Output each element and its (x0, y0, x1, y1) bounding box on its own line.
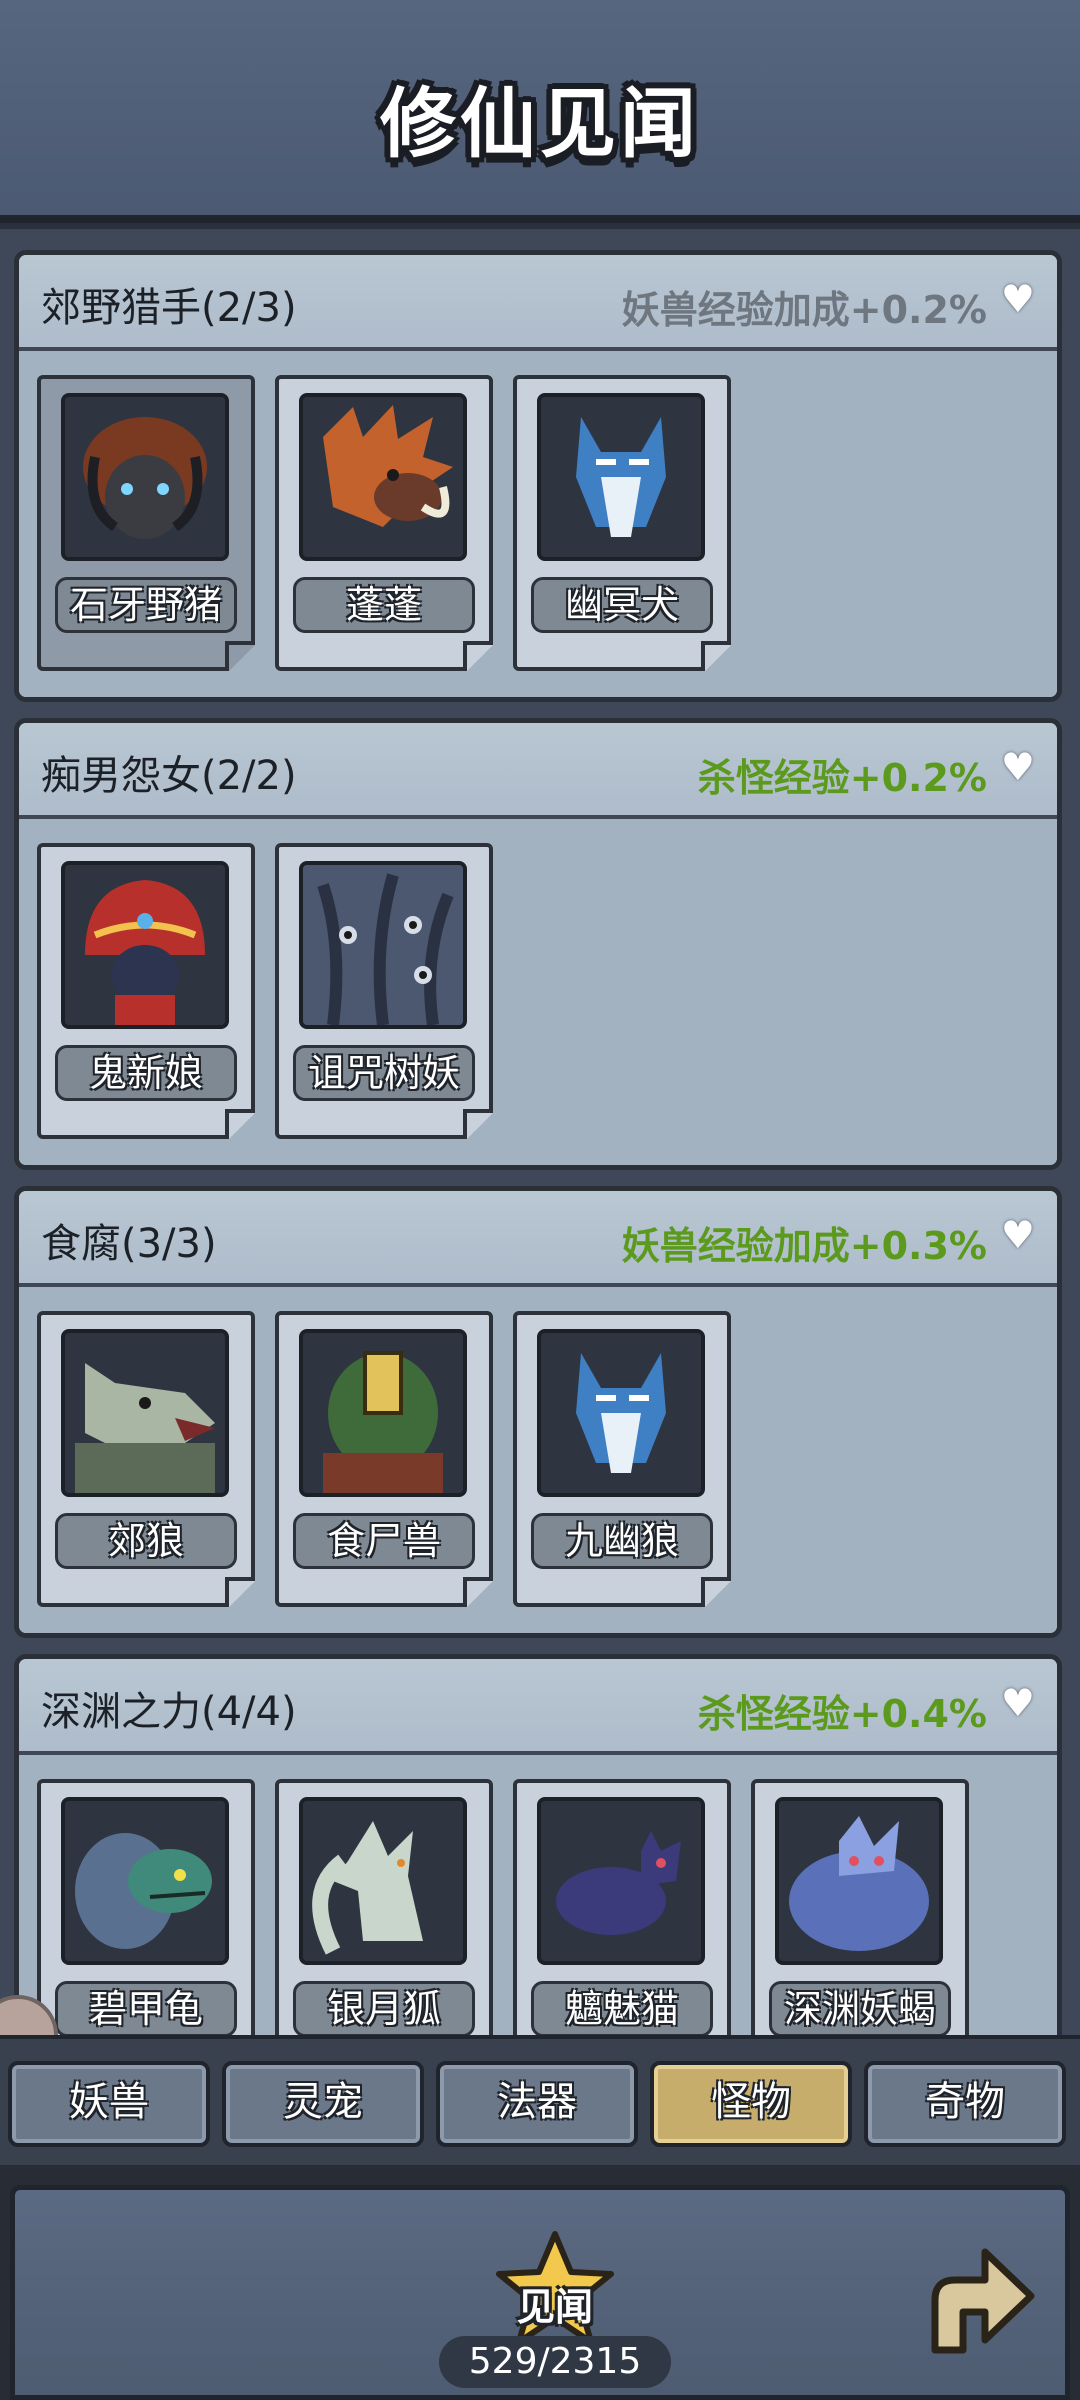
cursed-tree-portrait (299, 861, 467, 1029)
monster-name: 银月狐 (293, 1981, 475, 2035)
collection-progress: 529/2315 (439, 2336, 671, 2388)
monster-card[interactable]: 诅咒树妖 (275, 843, 493, 1139)
tab-3[interactable]: 怪物 (650, 2061, 852, 2147)
abyss-scorpion-portrait (775, 1797, 943, 1965)
heart-icon[interactable]: ♥ (1001, 277, 1035, 321)
monster-card[interactable]: 银月狐 (275, 1779, 493, 2035)
set-name: 痴男怨女(2/2) (41, 753, 297, 799)
heart-icon[interactable]: ♥ (1001, 745, 1035, 789)
monster-card[interactable]: 郊狼 (37, 1311, 255, 1607)
ghoul-portrait (299, 1329, 467, 1497)
monster-set-panel: 痴男怨女(2/2) 杀怪经验+0.2% ♥ 鬼新娘 诅咒树妖 (14, 718, 1062, 1170)
card-corner-fold (225, 641, 255, 671)
set-name: 深渊之力(4/4) (41, 1689, 297, 1735)
monster-name: 蓬蓬 (293, 577, 475, 633)
silver-fox-portrait (299, 1797, 467, 1965)
monster-set-panel: 郊野猎手(2/3) 妖兽经验加成+0.2% ♥ 石牙野猪 蓬蓬 幽冥犬 (14, 250, 1062, 702)
monster-card[interactable]: 蓬蓬 (275, 375, 493, 671)
monster-name: 食尸兽 (293, 1513, 475, 1569)
set-header: 深渊之力(4/4) 杀怪经验+0.4% ♥ (19, 1659, 1057, 1755)
card-corner-fold (463, 641, 493, 671)
monster-card[interactable]: 鬼新娘 (37, 843, 255, 1139)
tab-4[interactable]: 奇物 (864, 2061, 1066, 2147)
monster-name: 石牙野猪 (55, 577, 237, 633)
coyote-portrait (61, 1329, 229, 1497)
set-header: 郊野猎手(2/3) 妖兽经验加成+0.2% ♥ (19, 255, 1057, 351)
set-bonus: 杀怪经验+0.2% (697, 756, 987, 800)
monster-card[interactable]: 深渊妖蝎 (751, 1779, 969, 2035)
monster-name: 郊狼 (55, 1513, 237, 1569)
return-arrow-icon[interactable] (915, 2240, 1040, 2365)
set-header: 痴男怨女(2/2) 杀怪经验+0.2% ♥ (19, 723, 1057, 819)
tab-1[interactable]: 灵宠 (222, 2061, 424, 2147)
spiky-boar-portrait (299, 393, 467, 561)
monster-name: 深渊妖蝎 (769, 1981, 951, 2035)
tab-0[interactable]: 妖兽 (8, 2061, 210, 2147)
monster-name: 魑魅猫 (531, 1981, 713, 2035)
set-name: 食腐(3/3) (41, 1221, 217, 1267)
monster-card[interactable]: 食尸兽 (275, 1311, 493, 1607)
set-header: 食腐(3/3) 妖兽经验加成+0.3% ♥ (19, 1191, 1057, 1287)
monster-set-panel: 深渊之力(4/4) 杀怪经验+0.4% ♥ 碧甲龟 银月狐 魑魅猫 深渊妖蝎 (14, 1654, 1062, 2035)
set-monster-grid: 鬼新娘 诅咒树妖 (19, 819, 1057, 1165)
page-title: 修仙见闻 (380, 79, 700, 168)
blue-wolf-portrait (537, 393, 705, 561)
heart-icon[interactable]: ♥ (1001, 1681, 1035, 1725)
header-bar: 修仙见闻 (0, 0, 1080, 223)
shadow-cat-portrait (537, 1797, 705, 1965)
monster-set-list[interactable]: 郊野猎手(2/3) 妖兽经验加成+0.2% ♥ 石牙野猪 蓬蓬 幽冥犬痴男怨女(2/2) 杀… (0, 230, 1080, 2035)
monster-name: 幽冥犬 (531, 577, 713, 633)
set-bonus: 杀怪经验+0.4% (697, 1692, 987, 1736)
monster-card[interactable]: 幽冥犬 (513, 375, 731, 671)
monster-name: 九幽狼 (531, 1513, 713, 1569)
monster-name: 碧甲龟 (55, 1981, 237, 2035)
tab-2[interactable]: 法器 (436, 2061, 638, 2147)
set-bonus: 妖兽经验加成+0.2% (621, 288, 987, 332)
ghost-bride-portrait (61, 861, 229, 1029)
set-monster-grid: 郊狼 食尸兽 九幽狼 (19, 1287, 1057, 1633)
boar-portrait (61, 393, 229, 561)
set-bonus: 妖兽经验加成+0.3% (621, 1224, 987, 1268)
card-corner-fold (701, 1577, 731, 1607)
category-tab-bar: 妖兽 灵宠 法器 怪物 奇物 (0, 2035, 1080, 2169)
set-monster-grid: 石牙野猪 蓬蓬 幽冥犬 (19, 351, 1057, 697)
star-label: 见闻 (516, 2285, 593, 2329)
card-corner-fold (701, 641, 731, 671)
set-monster-grid: 碧甲龟 银月狐 魑魅猫 深渊妖蝎 (19, 1755, 1057, 2035)
heart-icon[interactable]: ♥ (1001, 1213, 1035, 1257)
monster-card[interactable]: 魑魅猫 (513, 1779, 731, 2035)
card-corner-fold (225, 1109, 255, 1139)
card-corner-fold (463, 1577, 493, 1607)
monster-name: 诅咒树妖 (293, 1045, 475, 1101)
set-name: 郊野猎手(2/3) (41, 285, 297, 331)
turtle-portrait (61, 1797, 229, 1965)
monster-card[interactable]: 碧甲龟 (37, 1779, 255, 2035)
monster-card[interactable]: 九幽狼 (513, 1311, 731, 1607)
monster-name: 鬼新娘 (55, 1045, 237, 1101)
footer-bar: 见闻 529/2315 (0, 2165, 1080, 2400)
monster-set-panel: 食腐(3/3) 妖兽经验加成+0.3% ♥ 郊狼 食尸兽 九幽狼 (14, 1186, 1062, 1638)
blue-wolf-portrait (537, 1329, 705, 1497)
footer-panel: 见闻 529/2315 (10, 2185, 1070, 2400)
monster-card[interactable]: 石牙野猪 (37, 375, 255, 671)
card-corner-fold (225, 1577, 255, 1607)
card-corner-fold (463, 1109, 493, 1139)
